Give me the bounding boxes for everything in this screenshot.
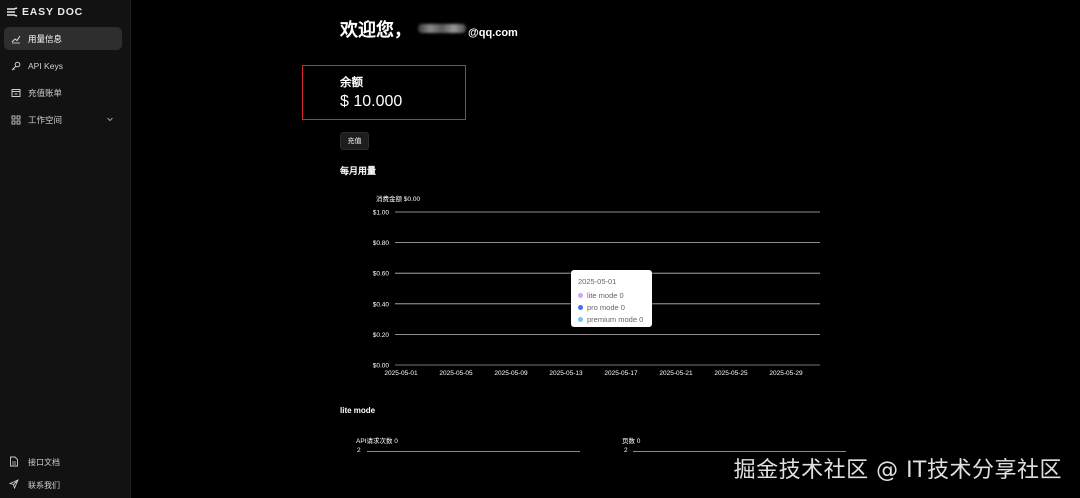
- sidebar: EASY DOC 用量信息 API Keys 充值账单 工作空间 接口文档 联系…: [0, 0, 131, 498]
- x-tick-label: 2025-05-25: [714, 370, 748, 377]
- sidebar-item-label: 用量信息: [28, 33, 63, 44]
- api-requests-chart-title: API请求次数 0: [356, 438, 398, 445]
- document-icon: [9, 456, 19, 469]
- balance-label: 余额: [340, 77, 363, 89]
- x-tick-label: 2025-05-29: [769, 370, 803, 377]
- logo-text: EASY DOC: [22, 6, 84, 18]
- sidebar-item-label: 接口文档: [28, 457, 60, 467]
- user-email: @qq.com: [468, 27, 518, 39]
- sidebar-item-billing[interactable]: 充值账单: [4, 81, 122, 104]
- redacted-email-blur: [418, 24, 466, 33]
- api-requests-gridline: [367, 451, 580, 452]
- chart-tooltip: 2025-05-01 lite mode 0 pro mode 0 premiu…: [571, 270, 652, 327]
- balance-value: $ 10.000: [340, 93, 403, 110]
- sidebar-item-label: 充值账单: [28, 87, 63, 98]
- receipt-icon: [11, 88, 21, 98]
- sidebar-item-contact[interactable]: 联系我们: [4, 475, 122, 495]
- y-tick-label: $1.00: [373, 210, 390, 217]
- pages-ytick: 2: [624, 447, 628, 454]
- logo-icon: [7, 7, 18, 17]
- sidebar-item-workspace[interactable]: 工作空间: [4, 108, 122, 131]
- x-tick-label: 2025-05-21: [659, 370, 693, 377]
- sidebar-item-label: 联系我们: [28, 480, 60, 490]
- welcome-prefix: 欢迎您，: [340, 20, 412, 40]
- watermark-text: 掘金技术社区 @ IT技术分享社区: [733, 458, 1062, 483]
- tooltip-row-premium: premium mode 0: [578, 313, 652, 325]
- x-tick-label: 2025-05-09: [494, 370, 528, 377]
- sidebar-item-api-keys[interactable]: API Keys: [4, 54, 122, 77]
- app-logo[interactable]: EASY DOC: [6, 6, 83, 18]
- y-tick-label: $0.00: [373, 363, 390, 370]
- welcome-heading: 欢迎您， @qq.com: [340, 16, 518, 42]
- sidebar-item-label: API Keys: [28, 60, 63, 71]
- key-icon: [11, 61, 21, 71]
- tooltip-row-lite: lite mode 0: [578, 289, 652, 301]
- x-tick-label: 2025-05-17: [604, 370, 638, 377]
- y-tick-label: $0.60: [373, 271, 390, 278]
- sidebar-item-label: 工作空间: [28, 114, 63, 125]
- recharge-button[interactable]: 充值: [340, 132, 369, 150]
- monthly-usage-title: 每月用量: [340, 166, 377, 176]
- tooltip-row-label: premium mode 0: [587, 314, 644, 324]
- x-tick-label: 2025-05-05: [439, 370, 473, 377]
- send-icon: [8, 479, 19, 491]
- api-requests-ytick: 2: [357, 447, 361, 454]
- tooltip-row-pro: pro mode 0: [578, 301, 652, 313]
- premium-mode-dot: [578, 316, 583, 322]
- sidebar-item-api-docs[interactable]: 接口文档: [4, 452, 122, 472]
- tooltip-row-label: pro mode 0: [587, 302, 625, 312]
- chart-title: 消费金额 $0.00: [376, 194, 420, 203]
- x-tick-label: 2025-05-13: [549, 370, 583, 377]
- trend-chart-icon: [11, 34, 21, 44]
- chevron-down-icon[interactable]: [106, 115, 114, 123]
- lite-mode-title: lite mode: [340, 406, 376, 415]
- tooltip-title: 2025-05-01: [578, 277, 617, 286]
- x-tick-label: 2025-05-01: [384, 370, 418, 377]
- lite-mode-dot: [578, 292, 583, 298]
- y-tick-label: $0.80: [373, 240, 390, 247]
- pages-chart-title: 页数 0: [622, 438, 641, 445]
- tooltip-row-label: lite mode 0: [587, 290, 624, 300]
- pro-mode-dot: [578, 304, 583, 310]
- y-tick-label: $0.20: [373, 332, 390, 339]
- y-tick-label: $0.40: [373, 301, 390, 308]
- grid-icon: [11, 115, 21, 125]
- sidebar-item-usage[interactable]: 用量信息: [4, 27, 122, 50]
